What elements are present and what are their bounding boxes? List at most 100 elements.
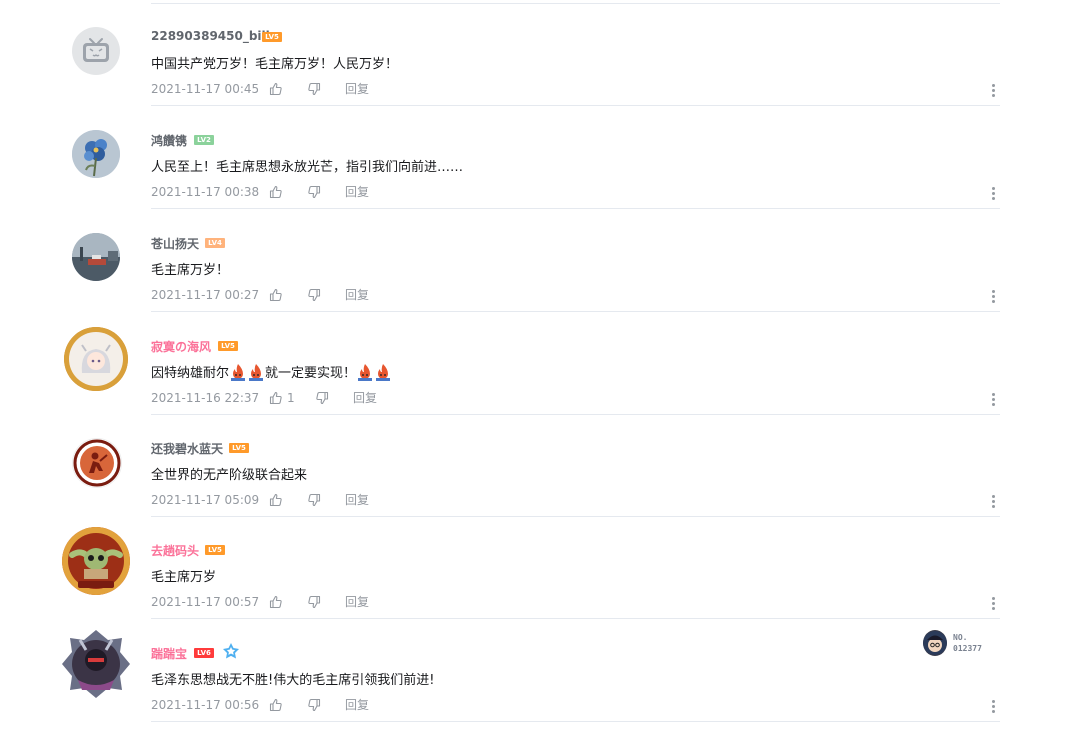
comment-meta: 2021-11-17 00:57 回复 [151,593,369,610]
comment-meta: 2021-11-16 22:37 1 回复 [151,389,377,406]
thumbs-down-icon [308,185,321,198]
comment-text: 毛泽东思想战无不胜!伟大的毛主席引领我们前进! [151,673,435,688]
flame-emoji-icon [375,363,391,381]
fan-badge-label: NO. [953,633,968,642]
tv-icon [83,38,109,62]
level-badge: LV6 [194,648,214,658]
comment-text: 中国共产党万岁！毛主席万岁！人民万岁！ [151,57,399,72]
thumbs-up-icon [269,288,282,301]
like-button[interactable] [269,185,307,199]
level-badge: LV5 [262,32,282,42]
username[interactable]: 苍山扬天 [151,235,199,252]
avatar[interactable] [72,233,120,281]
comment-text: 毛主席万岁！ [151,263,230,278]
dislike-button[interactable] [307,185,345,199]
comment-item: 还我碧水蓝天 LV5 全世界的无产阶级联合起来 2021-11-17 05:09… [0,415,1080,518]
comment-item: 鸿饡镌 LV2 人民至上！毛主席思想永放光芒，指引我们向前进…… 2021-11… [0,107,1080,210]
comment-meta: 2021-11-17 00:38 回复 [151,183,369,200]
more-options-icon[interactable] [990,597,996,613]
flame-emoji-icon [230,363,246,381]
comment-meta: 2021-11-17 00:56 回复 [151,696,369,713]
like-button[interactable] [269,595,307,609]
comment-meta: 2021-11-17 00:27 回复 [151,286,369,303]
username[interactable]: 22890389450_bili [151,29,270,43]
thumbs-down-icon [308,493,321,506]
comment-meta: 2021-11-17 05:09 回复 [151,491,369,508]
reply-button[interactable]: 回复 [345,593,369,610]
username[interactable]: 寂寞の海风 [151,338,211,355]
thumbs-down-icon [308,595,321,608]
comment-text-part: 因特纳雄耐尔 [151,366,230,381]
comment-text: 因特纳雄耐尔 就一定要实现！ [151,362,392,381]
comment-time: 2021-11-17 00:56 [151,697,260,712]
more-options-icon[interactable] [990,84,996,100]
dislike-button[interactable] [307,493,345,507]
dislike-button[interactable] [307,595,345,609]
reply-button[interactable]: 回复 [353,389,377,406]
reply-button[interactable]: 回复 [345,696,369,713]
like-button[interactable] [269,698,307,712]
reply-button[interactable]: 回复 [345,286,369,303]
comment-text: 毛主席万岁 [151,570,217,585]
comment-divider [151,105,1000,106]
comment-text-part: 就一定要实现！ [265,366,357,381]
harbor-icon [72,233,120,281]
dislike-button[interactable] [307,82,345,96]
like-button[interactable] [269,288,307,302]
like-button[interactable] [269,82,307,96]
flame-emoji-icon [248,363,264,381]
decoration-badge-icon [221,642,241,660]
comment-item: 踹踹宝 LV6 NO. 012377 毛泽东思想战无不胜!伟大的毛主席引领我们前… [0,620,1080,723]
reply-button[interactable]: 回复 [345,183,369,200]
comment-time: 2021-11-17 00:57 [151,594,260,609]
reply-button[interactable]: 回复 [345,80,369,97]
dislike-button[interactable] [307,698,345,712]
thumbs-down-icon [308,82,321,95]
username[interactable]: 鸿饡镌 [151,132,187,149]
level-badge: LV2 [194,135,214,145]
level-badge: LV4 [205,238,225,248]
thumbs-down-icon [308,698,321,711]
more-options-icon[interactable] [990,393,996,409]
thumbs-down-icon [308,288,321,301]
like-button[interactable]: 1 [269,391,315,405]
username[interactable]: 去趟码头 [151,542,199,559]
avatar[interactable] [72,27,120,75]
avatar[interactable] [60,628,132,700]
username[interactable]: 踹踹宝 [151,645,187,662]
dislike-button[interactable] [315,391,353,405]
comment-item: 去趟码头 LV5 毛主席万岁 2021-11-17 00:57 回复 [0,517,1080,620]
avatar[interactable] [62,527,130,595]
thumbs-up-icon [269,391,282,404]
comment-divider [151,721,1000,722]
avatar[interactable] [64,327,128,391]
baby-yoda-icon [62,527,130,595]
comment-time: 2021-11-17 00:38 [151,184,260,199]
comment-time: 2021-11-17 05:09 [151,492,260,507]
knight-icon [62,630,130,698]
avatar[interactable] [72,438,122,488]
thumbs-down-icon [316,391,329,404]
comment-item: 寂寞の海风 LV5 因特纳雄耐尔 就一定要实现！ 2021-11-16 22:37… [0,313,1080,416]
thumbs-up-icon [269,595,282,608]
comment-divider [151,208,1000,209]
comment-text: 人民至上！毛主席思想永放光芒，指引我们向前进…… [151,160,464,175]
fan-badge[interactable]: NO. 012377 [921,630,1001,658]
more-options-icon[interactable] [990,290,996,306]
more-options-icon[interactable] [990,700,996,716]
username[interactable]: 还我碧水蓝天 [151,440,223,457]
comment-divider [151,311,1000,312]
avatar[interactable] [72,130,120,178]
comment-meta: 2021-11-17 00:45 回复 [151,80,369,97]
more-options-icon[interactable] [990,495,996,511]
comment-item: 22890389450_bili LV5 中国共产党万岁！毛主席万岁！人民万岁！… [0,4,1080,107]
thumbs-up-icon [269,82,282,95]
comment-item: 苍山扬天 LV4 毛主席万岁！ 2021-11-17 00:27 回复 [0,210,1080,313]
dislike-button[interactable] [307,288,345,302]
like-button[interactable] [269,493,307,507]
more-options-icon[interactable] [990,187,996,203]
anime-girl-icon [64,327,128,391]
reply-button[interactable]: 回复 [345,491,369,508]
thumbs-up-icon [269,698,282,711]
fan-badge-number: 012377 [953,644,982,653]
